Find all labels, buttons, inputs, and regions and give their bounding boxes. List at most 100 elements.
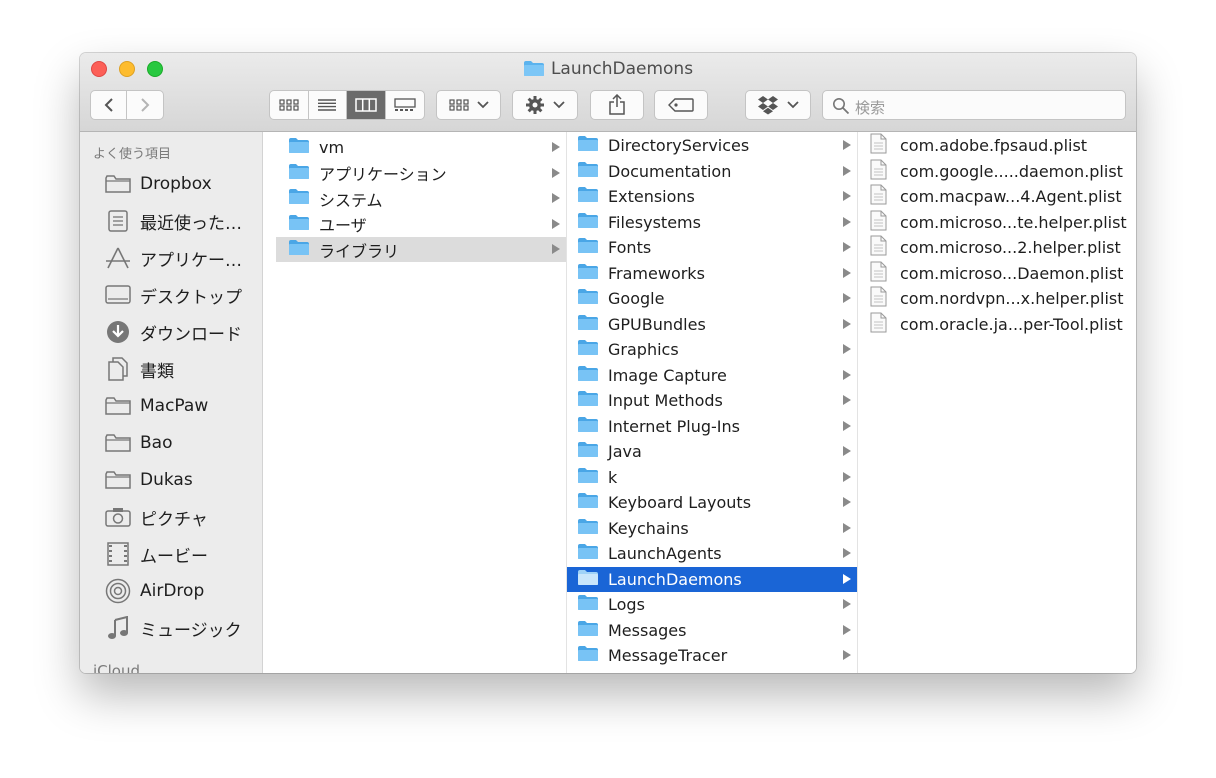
sidebar-item-label: MacPaw bbox=[140, 396, 209, 416]
column-row[interactable]: Frameworks bbox=[567, 261, 857, 286]
chevron-right-icon bbox=[843, 650, 851, 660]
chevron-right-icon bbox=[843, 242, 851, 252]
music-icon bbox=[104, 615, 132, 641]
list-icon bbox=[318, 99, 337, 111]
sidebar-item[interactable]: ピクチャ bbox=[104, 502, 259, 532]
column-row[interactable]: Extensions bbox=[567, 184, 857, 209]
column-row[interactable]: ライブラリ bbox=[276, 237, 566, 262]
column-row[interactable]: vm bbox=[276, 135, 566, 160]
row-label: vm bbox=[319, 138, 345, 157]
grid-icon bbox=[279, 99, 299, 111]
chevron-right-icon bbox=[843, 497, 851, 507]
chevron-right-icon bbox=[843, 369, 851, 380]
chevron-right-icon bbox=[843, 471, 851, 482]
documents-icon bbox=[104, 356, 132, 382]
column-row[interactable]: Java bbox=[567, 439, 857, 464]
sidebar-item[interactable]: MacPaw bbox=[104, 391, 259, 421]
row-label: com.adobe.fpsaud.plist bbox=[900, 136, 1088, 155]
file-row[interactable]: com.google.....daemon.plist bbox=[858, 159, 1136, 184]
column-row[interactable]: Fonts bbox=[567, 235, 857, 260]
back-button[interactable] bbox=[91, 91, 128, 119]
forward-button[interactable] bbox=[127, 91, 163, 119]
row-label: GPUBundles bbox=[608, 314, 706, 334]
sidebar-item[interactable]: ダウンロード bbox=[104, 317, 259, 347]
search-field[interactable]: 検索 bbox=[822, 90, 1126, 120]
row-label: com.microso...Daemon.plist bbox=[900, 263, 1124, 283]
sidebar-item[interactable]: デスクトップ bbox=[104, 280, 259, 310]
sidebar-item[interactable]: ムービー bbox=[104, 539, 259, 569]
row-label: DirectoryServices bbox=[608, 136, 750, 155]
folder-icon bbox=[577, 543, 608, 564]
column-row[interactable]: アプリケーション bbox=[276, 161, 566, 186]
sidebar-item[interactable]: 書類 bbox=[104, 354, 259, 384]
search-icon bbox=[833, 98, 850, 115]
column-row[interactable]: MessageTracer bbox=[567, 643, 857, 668]
sidebar-item-label: ムービー bbox=[140, 546, 208, 567]
column-row[interactable]: Messages bbox=[567, 618, 857, 643]
row-label: LaunchAgents bbox=[608, 544, 722, 563]
sidebar-item-label: アプリケー… bbox=[140, 250, 242, 271]
file-row[interactable]: com.adobe.fpsaud.plist bbox=[858, 133, 1136, 158]
sidebar-item[interactable]: ミュージック bbox=[104, 613, 259, 643]
column-row[interactable]: LaunchDaemons bbox=[567, 566, 857, 592]
row-label: Frameworks bbox=[608, 263, 705, 283]
file-row[interactable]: com.microso...Daemon.plist bbox=[858, 261, 1136, 286]
column-row[interactable]: Google bbox=[567, 286, 857, 311]
browser-column-1: vm アプリケーション システム ユーザ ライブラリ bbox=[276, 132, 567, 673]
column-row[interactable]: DirectoryServices bbox=[567, 133, 857, 158]
folder-icon bbox=[577, 492, 608, 513]
download-icon bbox=[104, 319, 132, 345]
folder-icon bbox=[577, 441, 608, 462]
folder-icon bbox=[288, 214, 319, 235]
finder-window: LaunchDaemons 検索 よく使う項目 Dropbox 最近使った… ア… bbox=[80, 53, 1136, 673]
file-row[interactable]: com.macpaw...4.Agent.plist bbox=[858, 184, 1136, 209]
sidebar-item[interactable]: Dropbox bbox=[104, 169, 259, 199]
folder-icon bbox=[288, 188, 319, 209]
column-row[interactable]: Keychains bbox=[567, 516, 857, 541]
action-menu-button[interactable] bbox=[512, 90, 578, 120]
list-view-button[interactable] bbox=[309, 91, 347, 119]
chevron-right-icon bbox=[843, 344, 851, 354]
sidebar-item[interactable]: AirDrop bbox=[104, 576, 259, 606]
sidebar-item[interactable]: Bao bbox=[104, 428, 259, 458]
column-row[interactable]: システム bbox=[276, 186, 566, 211]
chevron-right-icon bbox=[843, 140, 851, 150]
gallery-view-button[interactable] bbox=[386, 91, 424, 119]
column-row[interactable]: Filesystems bbox=[567, 210, 857, 235]
column-view-button[interactable] bbox=[347, 91, 386, 119]
chevron-right-icon bbox=[843, 165, 851, 176]
dropbox-button[interactable] bbox=[745, 90, 811, 120]
sidebar-item[interactable]: アプリケー… bbox=[104, 243, 259, 273]
chevron-right-icon bbox=[843, 293, 851, 303]
folder-icon bbox=[288, 239, 319, 260]
column-row[interactable]: LaunchAgents bbox=[567, 541, 857, 566]
column-row[interactable]: Logs bbox=[567, 592, 857, 617]
file-row[interactable]: com.nordvpn...x.helper.plist bbox=[858, 286, 1136, 311]
airdrop-icon bbox=[104, 578, 132, 604]
column-row[interactable]: Graphics bbox=[567, 337, 857, 362]
column-row[interactable]: Keyboard Layouts bbox=[567, 490, 857, 515]
column-row[interactable]: Documentation bbox=[567, 159, 857, 184]
tags-button[interactable] bbox=[654, 90, 708, 120]
column-row[interactable]: ユーザ bbox=[276, 212, 566, 237]
row-label: Filesystems bbox=[608, 212, 701, 232]
file-row[interactable]: com.microso...2.helper.plist bbox=[858, 235, 1136, 260]
row-label: com.nordvpn...x.helper.plist bbox=[900, 289, 1124, 308]
column-row[interactable]: Input Methods bbox=[567, 388, 857, 413]
chevron-right-icon bbox=[843, 548, 851, 558]
column-row[interactable]: Internet Plug-Ins bbox=[567, 414, 857, 439]
share-button[interactable] bbox=[590, 90, 644, 120]
folder-icon bbox=[104, 430, 132, 456]
sidebar-item-label: Bao bbox=[140, 433, 173, 453]
group-by-button[interactable] bbox=[436, 90, 501, 120]
icon-view-button[interactable] bbox=[270, 91, 309, 119]
file-row[interactable]: com.microso...te.helper.plist bbox=[858, 210, 1136, 235]
column-row[interactable]: GPUBundles bbox=[567, 312, 857, 337]
sidebar-item[interactable]: 最近使った… bbox=[104, 206, 259, 236]
chevron-left-icon bbox=[104, 98, 113, 112]
column-row[interactable]: Image Capture bbox=[567, 363, 857, 388]
column-row[interactable]: k bbox=[567, 465, 857, 490]
chevron-right-icon bbox=[552, 193, 560, 203]
file-row[interactable]: com.oracle.ja...per-Tool.plist bbox=[858, 312, 1136, 337]
sidebar-item[interactable]: Dukas bbox=[104, 465, 259, 495]
